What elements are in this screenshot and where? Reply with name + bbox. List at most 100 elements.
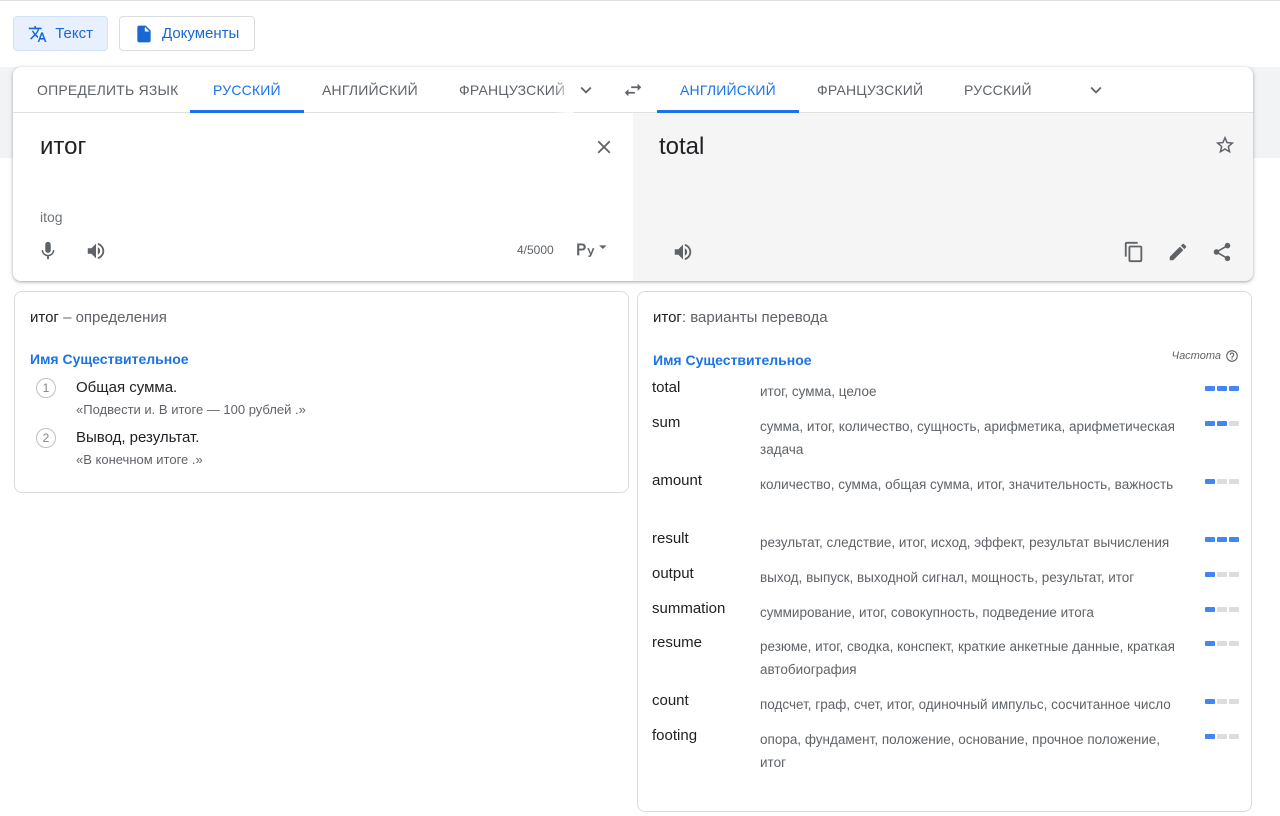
text-mode-button[interactable]: Текст: [13, 16, 108, 51]
back-translations: сумма, итог, количество, сущность, арифм…: [760, 419, 1175, 457]
frequency-bar: [1205, 421, 1215, 426]
frequency-bar: [1217, 572, 1227, 577]
frequency-meter: [1205, 734, 1239, 739]
translate-icon: [28, 25, 47, 42]
speaker-icon: [87, 242, 105, 260]
save-translation-button[interactable]: [1209, 129, 1241, 161]
tab-target-french[interactable]: ФРАНЦУЗСКИЙ: [817, 67, 923, 113]
definitions-panel: итог – определения Имя Существительное 1…: [14, 291, 629, 493]
translation-word[interactable]: result: [652, 530, 689, 547]
source-text-input[interactable]: итог: [40, 133, 86, 161]
definition-number: 1: [36, 378, 56, 398]
definition-text: Вывод, результат.: [76, 429, 200, 446]
transliteration: itog: [40, 209, 63, 225]
documents-mode-label: Документы: [162, 25, 240, 42]
help-icon[interactable]: [1225, 349, 1239, 363]
back-translations: опора, фундамент, положение, основание, …: [760, 732, 1161, 770]
tab-target-english[interactable]: АНГЛИЙСКИЙ: [657, 67, 799, 113]
frequency-meter: [1205, 607, 1239, 612]
frequency-bar: [1229, 386, 1239, 391]
frequency-bar: [1205, 479, 1215, 484]
frequency-meter: [1205, 537, 1239, 542]
listen-translation-button[interactable]: [667, 236, 699, 268]
translation-word[interactable]: amount: [652, 472, 702, 489]
translate-card: ОПРЕДЕЛИТЬ ЯЗЫК РУССКИЙ АНГЛИЙСКИЙ ФРАНЦ…: [13, 67, 1253, 281]
input-tools-button[interactable]: [565, 233, 615, 265]
tab-source-russian[interactable]: РУССКИЙ: [190, 67, 304, 113]
back-translations: выход, выпуск, выходной сигнал, мощность…: [760, 570, 1135, 585]
speaker-icon: [674, 243, 692, 261]
translations-pos: Имя Существительное: [653, 352, 812, 368]
frequency-meter: [1205, 386, 1239, 391]
frequency-bar: [1205, 386, 1215, 391]
frequency-bar: [1205, 572, 1215, 577]
frequency-bar: [1217, 734, 1227, 739]
translations-title: итог: варианты перевода: [653, 309, 828, 326]
frequency-meter: [1205, 699, 1239, 704]
back-translations: результат, следствие, итог, исход, эффек…: [760, 535, 1170, 550]
language-bar: ОПРЕДЕЛИТЬ ЯЗЫК РУССКИЙ АНГЛИЙСКИЙ ФРАНЦ…: [13, 67, 1253, 113]
translation-word[interactable]: output: [652, 565, 694, 582]
chevron-down-icon: [580, 86, 592, 94]
frequency-bar: [1217, 641, 1227, 646]
frequency-bar: [1229, 421, 1239, 426]
definitions-pos: Имя Существительное: [30, 351, 189, 367]
translation-word[interactable]: sum: [652, 414, 680, 431]
back-translations: итог, сумма, целое: [760, 384, 877, 399]
frequency-bar: [1217, 421, 1227, 426]
frequency-bar: [1229, 641, 1239, 646]
documents-mode-button[interactable]: Документы: [119, 16, 255, 51]
frequency-bar: [1229, 607, 1239, 612]
share-translation-button[interactable]: [1206, 236, 1238, 268]
tab-target-russian[interactable]: РУССКИЙ: [964, 67, 1032, 113]
share-icon: [1213, 242, 1231, 262]
chevron-down-icon: [1090, 86, 1102, 94]
tab-source-english[interactable]: АНГЛИЙСКИЙ: [322, 67, 418, 113]
voice-input-button[interactable]: [32, 235, 64, 267]
translation-word[interactable]: footing: [652, 727, 697, 744]
translation-word[interactable]: count: [652, 692, 689, 709]
pencil-icon: [1169, 243, 1187, 261]
suggest-edit-button[interactable]: [1162, 236, 1194, 268]
frequency-bar: [1217, 479, 1227, 484]
translations-panel: итог: варианты перевода Имя Существитель…: [637, 291, 1252, 812]
source-pane: итог itog 4/5000: [13, 113, 633, 281]
source-more-languages-button[interactable]: [570, 74, 602, 106]
character-count: 4/5000: [517, 243, 554, 257]
back-translations: количество, сумма, общая сумма, итог, зн…: [760, 477, 1174, 492]
swap-icon: [624, 83, 642, 97]
definition-example: «В конечном итоге .»: [76, 452, 203, 467]
back-translations: подсчет, граф, счет, итог, одиночный имп…: [760, 697, 1171, 712]
clear-source-button[interactable]: [588, 131, 620, 163]
target-pane: total: [633, 113, 1253, 281]
tab-detect-language[interactable]: ОПРЕДЕЛИТЬ ЯЗЫК: [37, 67, 178, 113]
text-mode-label: Текст: [55, 25, 93, 42]
frequency-meter: [1205, 641, 1239, 646]
frequency-bar: [1229, 479, 1239, 484]
frequency-bar: [1217, 699, 1227, 704]
definition-number: 2: [36, 428, 56, 448]
frequency-bar: [1205, 641, 1215, 646]
back-translations: суммирование, итог, совокупность, подвед…: [760, 605, 1094, 620]
listen-source-button[interactable]: [80, 235, 112, 267]
frequency-meter: [1205, 421, 1239, 426]
copy-icon: [1124, 241, 1143, 263]
translation-word[interactable]: total: [652, 379, 680, 396]
back-translations: резюме, итог, сводка, конспект, краткие …: [760, 639, 1175, 677]
frequency-bar: [1229, 734, 1239, 739]
definition-text: Общая сумма.: [76, 379, 178, 396]
frequency-bar: [1205, 699, 1215, 704]
star-icon: [1215, 135, 1235, 154]
frequency-label: Частота: [1172, 349, 1239, 363]
frequency-meter: [1205, 479, 1239, 484]
copy-translation-button[interactable]: [1118, 236, 1150, 268]
definitions-title: итог – определения: [30, 309, 167, 326]
document-icon: [137, 25, 151, 42]
translation-word[interactable]: summation: [652, 600, 725, 617]
frequency-bar: [1229, 699, 1239, 704]
frequency-bar: [1217, 386, 1227, 391]
target-more-languages-button[interactable]: [1080, 74, 1112, 106]
frequency-bar: [1205, 537, 1215, 542]
translation-word[interactable]: resume: [652, 634, 702, 651]
swap-languages-button[interactable]: [617, 74, 649, 106]
